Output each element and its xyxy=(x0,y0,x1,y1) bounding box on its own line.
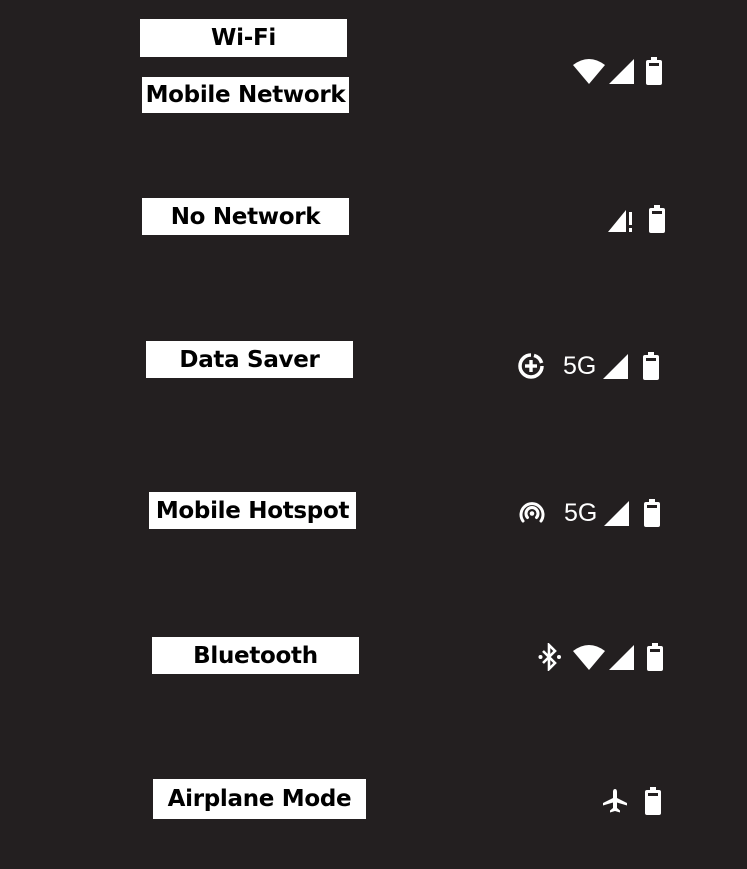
status-icons-no-network xyxy=(607,202,665,236)
airplane-icon xyxy=(601,787,629,815)
status-icons-bluetooth xyxy=(538,640,663,674)
bluetooth-icon xyxy=(538,643,562,671)
cellular-signal-icon xyxy=(608,57,636,85)
battery-icon xyxy=(645,787,661,815)
cellular-signal-icon xyxy=(608,643,636,671)
battery-icon xyxy=(643,352,660,380)
label-data-saver: Data Saver xyxy=(146,341,353,378)
cellular-signal-icon xyxy=(603,499,631,527)
label-no-network: No Network xyxy=(142,198,349,235)
wifi-icon xyxy=(572,643,606,671)
label-airplane-mode: Airplane Mode xyxy=(153,779,366,819)
label-mobile-network: Mobile Network xyxy=(142,77,349,113)
wifi-icon xyxy=(572,57,606,85)
label-bluetooth: Bluetooth xyxy=(152,637,359,674)
status-icons-airplane xyxy=(601,784,661,818)
cellular-signal-icon xyxy=(602,352,630,380)
data-saver-icon xyxy=(517,352,545,380)
battery-icon xyxy=(646,57,662,85)
hotspot-icon xyxy=(518,499,546,527)
network-type-5g: 5G xyxy=(564,498,598,527)
status-icons-data-saver: 5G xyxy=(517,349,660,383)
label-mobile-hotspot: Mobile Hotspot xyxy=(149,492,356,529)
battery-icon xyxy=(647,643,663,671)
cellular-no-signal-icon xyxy=(607,205,635,233)
status-icons-hotspot: 5G xyxy=(518,496,661,530)
status-icons-wifi-mobile xyxy=(572,54,662,88)
battery-icon xyxy=(649,205,665,233)
battery-icon xyxy=(644,499,661,527)
label-wifi: Wi-Fi xyxy=(140,19,347,57)
network-type-5g: 5G xyxy=(563,351,597,380)
